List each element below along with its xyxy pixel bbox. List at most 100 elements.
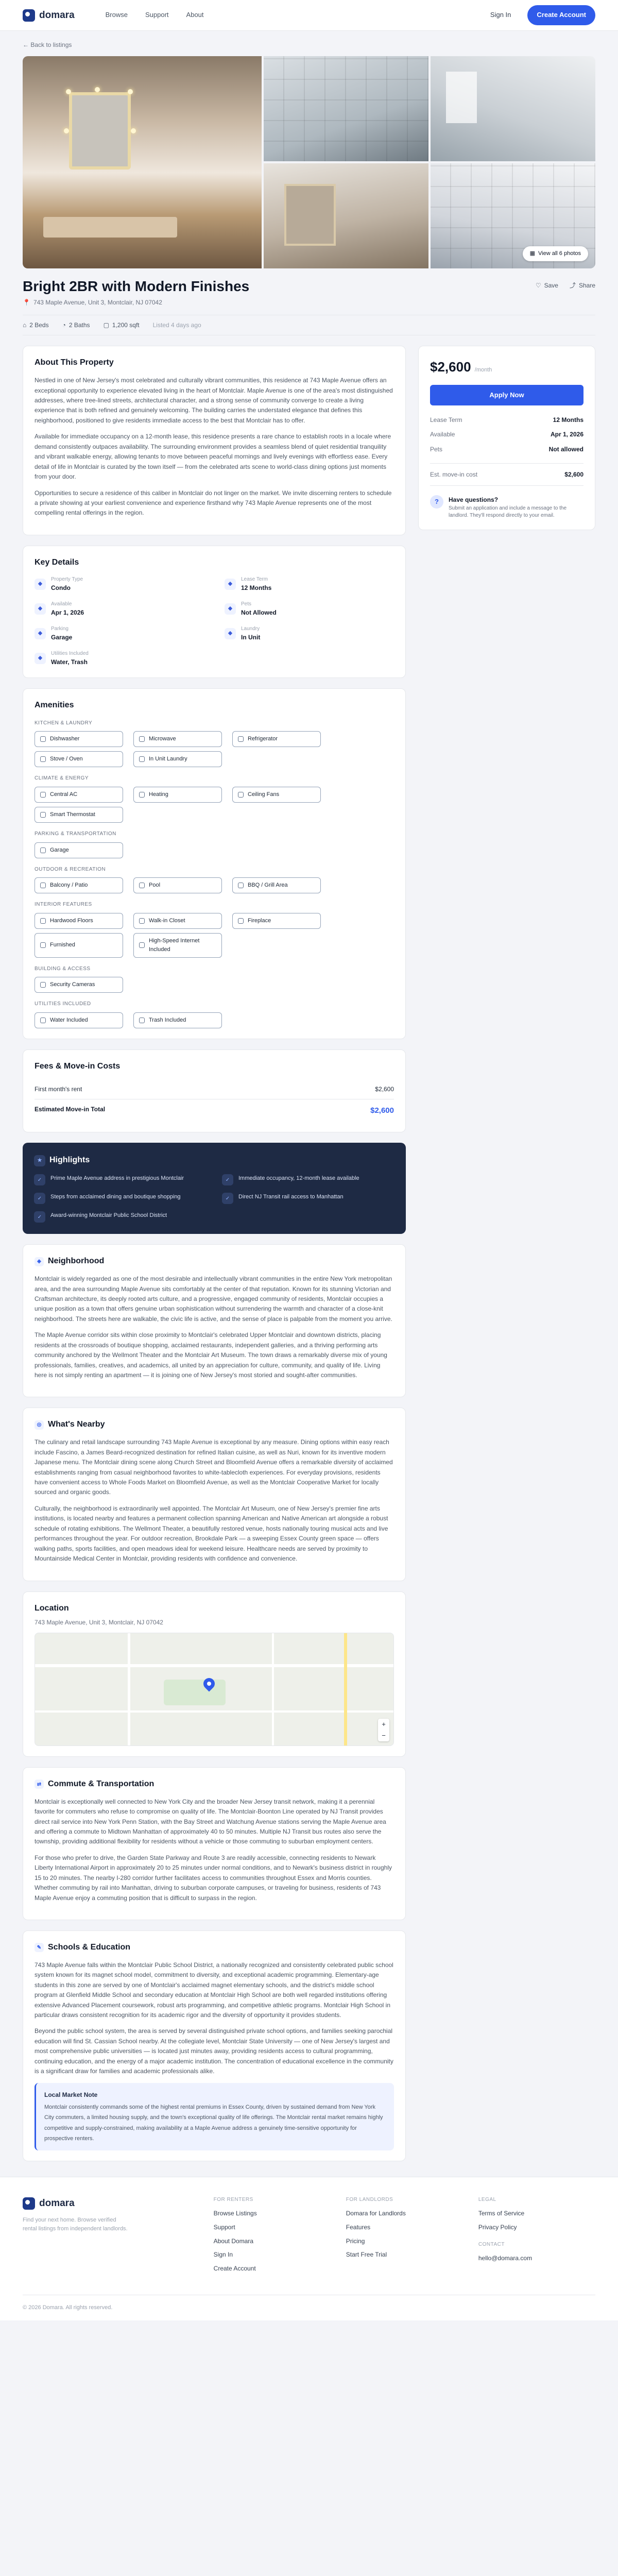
nav-about[interactable]: About	[186, 10, 204, 20]
price-card: $2,600 /month Apply Now Lease Term 12 Mon…	[418, 346, 595, 530]
title-row: Bright 2BR with Modern Finishes 📍 743 Map…	[23, 278, 595, 308]
amenity-label: Microwave	[149, 736, 176, 742]
left-column: About This Property Nestled in one of Ne…	[23, 346, 406, 2171]
neighborhood-heading: ◈ Neighborhood	[35, 1255, 394, 1268]
about-paragraph: Available for immediate occupancy on a 1…	[35, 433, 391, 481]
brand-name: domara	[39, 9, 75, 21]
footer-link[interactable]: Browse Listings	[214, 2209, 331, 2218]
questions-desc: Submit an application and include a mess…	[449, 505, 567, 518]
fee-row: First month's rent $2,600	[35, 1079, 394, 1100]
commute-title: Commute & Transportation	[48, 1779, 154, 1788]
save-button[interactable]: ♡ Save	[536, 281, 558, 291]
detail-value: Apr 1, 2026	[550, 431, 583, 438]
listing-actions: ♡ Save ⤴ Share	[536, 281, 595, 291]
footer-link[interactable]: Create Account	[214, 2264, 331, 2274]
key-detail-text: Lease Term 12 Months	[241, 575, 271, 593]
amenity-chips: Balcony / Patio Pool BBQ / Grill Area	[35, 877, 394, 894]
footer-link[interactable]: Domara for Landlords	[346, 2209, 463, 2218]
map-road	[128, 1633, 130, 1745]
vanity-shape	[43, 216, 177, 238]
shop-icon: ◎	[35, 1420, 44, 1430]
save-label: Save	[544, 281, 558, 289]
key-detail-value: 12 Months	[241, 584, 272, 592]
footer-link[interactable]: Support	[214, 2223, 331, 2232]
mirror-shape	[284, 183, 336, 246]
questions-title: Have questions?	[449, 496, 499, 504]
questions-section: ? Have questions? Submit an application a…	[430, 485, 583, 519]
nav-browse[interactable]: Browse	[106, 10, 128, 20]
amenity-label: Ceiling Fans	[248, 791, 280, 798]
amenity-label: Stove / Oven	[50, 756, 83, 762]
amenity-label: Security Cameras	[50, 981, 95, 988]
key-detail-label: Lease Term	[241, 576, 268, 582]
footer-email-link[interactable]: hello@domara.com	[478, 2253, 595, 2263]
amenity-chip: Water Included	[35, 1012, 123, 1028]
photo-main[interactable]	[23, 56, 262, 268]
detail-label: Pets	[430, 446, 443, 453]
key-details-title: Key Details	[35, 557, 79, 567]
nearby-heading: ◎ What's Nearby	[35, 1418, 394, 1431]
detail-value: Not allowed	[548, 446, 583, 453]
back-link[interactable]: ← Back to listings	[23, 31, 595, 56]
amenity-chips: Garage	[35, 842, 394, 858]
footer-heading: For Renters	[213, 2196, 253, 2202]
key-details-grid: ◆ Property Type Condo ◆ Lease Term 12 Months ◆…	[35, 575, 394, 667]
apply-now-button[interactable]: Apply Now	[430, 384, 583, 405]
detail-row: Available Apr 1, 2026	[430, 427, 583, 442]
share-button[interactable]: ⤴ Share	[570, 281, 595, 291]
schools-paragraph: 743 Maple Avenue falls within the Montcl…	[35, 1961, 393, 2019]
footer-link[interactable]: Privacy Policy	[478, 2223, 595, 2232]
amenity-chips: Dishwasher Microwave Refrigerator Stove / O…	[35, 731, 394, 768]
photo-3[interactable]	[431, 56, 595, 161]
key-detail-label: Utilities Included	[51, 650, 89, 656]
amenity-chip: BBQ / Grill Area	[232, 877, 321, 894]
zoom-in-icon[interactable]: +	[382, 1720, 386, 1728]
schools-title: Schools & Education	[48, 1943, 131, 1952]
map-zoom-control[interactable]: + −	[378, 1718, 389, 1741]
sign-in-button[interactable]: Sign In	[481, 6, 520, 24]
key-detail-text: Parking Garage	[51, 625, 72, 642]
checkbox-icon	[139, 1017, 145, 1023]
view-all-label: View all 6 photos	[538, 250, 581, 257]
amenity-chip: Fireplace	[232, 912, 321, 929]
key-detail-text: Pets Not Allowed	[241, 600, 277, 618]
amenity-label: Hardwood Floors	[50, 917, 93, 924]
checkbox-icon	[139, 791, 145, 798]
fact-beds-text: 2 Beds	[29, 321, 49, 329]
amenities-groups: Kitchen & Laundry Dishwasher Microwave Refr…	[35, 719, 394, 1028]
photo-2[interactable]	[264, 56, 428, 161]
train-icon: ⇄	[35, 1780, 44, 1789]
view-all-photos-button[interactable]: ▦ View all 6 photos	[522, 246, 588, 261]
amenity-label: Central AC	[50, 791, 78, 798]
highlight-text: Immediate occupancy, 12-month lease avai…	[238, 1175, 359, 1182]
footer-link[interactable]: Sign In	[214, 2250, 331, 2260]
zoom-out-icon[interactable]: −	[382, 1732, 386, 1739]
footer-link[interactable]: Features	[346, 2223, 463, 2232]
logo-icon	[23, 2197, 35, 2210]
footer-link[interactable]: Start Free Trial	[346, 2250, 463, 2260]
location-map[interactable]: + −	[35, 1632, 394, 1746]
bulb	[128, 89, 133, 94]
amenity-label: BBQ / Grill Area	[248, 882, 288, 889]
about-title: About This Property	[35, 358, 114, 367]
amenity-label: Heating	[149, 791, 168, 798]
map-park	[164, 1679, 226, 1705]
commute-paragraph: For those who prefer to drive, the Garde…	[35, 1854, 392, 1902]
footer-copyright: © 2026 Domara. All rights reserved.	[23, 2295, 595, 2320]
footer-link[interactable]: Terms of Service	[478, 2209, 595, 2218]
detail-row: Lease Term 12 Months	[430, 413, 583, 428]
photo-4[interactable]	[264, 163, 428, 268]
amenity-label: Pool	[149, 882, 161, 889]
footer-link[interactable]: About Domara	[214, 2236, 331, 2246]
footer-link[interactable]: Pricing	[346, 2236, 463, 2246]
key-detail-item: ◆ Utilities Included Water, Trash	[35, 650, 204, 667]
bed-icon: ⌂	[23, 321, 27, 329]
bath-icon: ◔	[62, 321, 66, 329]
create-account-button[interactable]: Create Account	[527, 5, 595, 25]
key-detail-value: Condo	[51, 584, 71, 592]
nav-support[interactable]: Support	[145, 10, 169, 20]
amenity-chip: Heating	[133, 786, 222, 803]
amenity-chip: Dishwasher	[35, 731, 123, 748]
footer-logo[interactable]: domara	[23, 2196, 198, 2211]
brand-logo[interactable]: domara	[23, 8, 75, 23]
